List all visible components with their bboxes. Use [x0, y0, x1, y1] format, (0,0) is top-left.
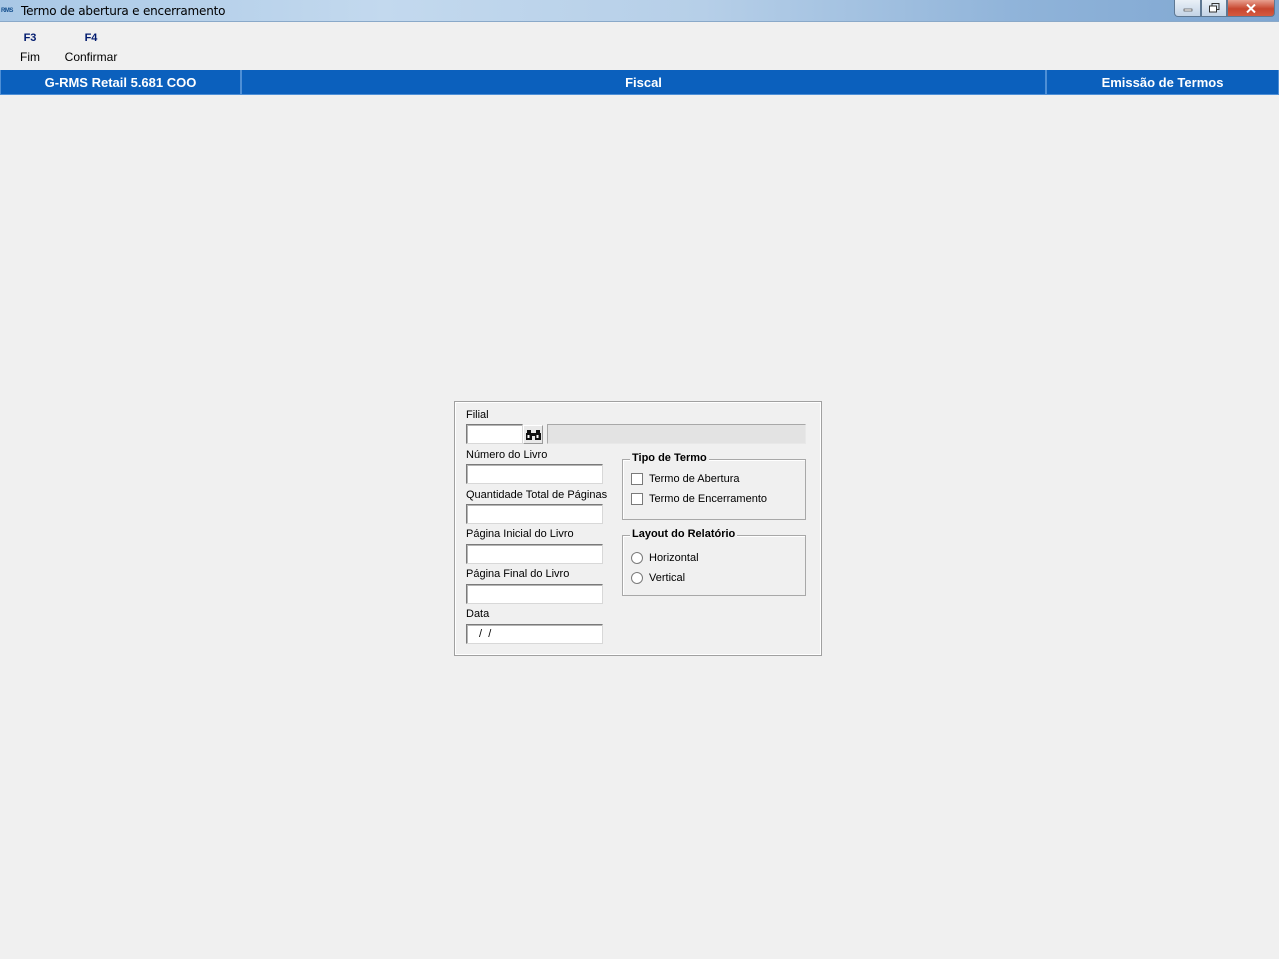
f3-key: F3 — [23, 32, 37, 44]
radio-circle[interactable] — [631, 552, 643, 564]
module-name: Fiscal — [241, 70, 1046, 95]
radio-circle[interactable] — [631, 572, 643, 584]
system-version: G-RMS Retail 5.681 COO — [0, 70, 241, 95]
pagina-inicial-label: Página Inicial do Livro — [466, 528, 574, 540]
restore-icon — [1208, 3, 1219, 13]
checkbox-box[interactable] — [631, 493, 643, 505]
restore-button[interactable] — [1201, 0, 1227, 17]
data-input[interactable]: / / — [466, 624, 603, 644]
tipo-termo-group: Tipo de Termo Termo de Abertura Termo de… — [622, 452, 806, 520]
layout-relatorio-group: Layout do Relatório Horizontal Vertical — [622, 528, 806, 596]
fim-button[interactable]: F3 Fim — [18, 32, 42, 64]
qtd-paginas-label: Quantidade Total de Páginas — [466, 489, 608, 501]
window-titlebar[interactable]: RMS Termo de abertura e encerramento — [0, 0, 1279, 22]
horizontal-radio[interactable]: Horizontal — [631, 552, 699, 564]
f4-key: F4 — [84, 32, 98, 44]
termo-abertura-label: Termo de Abertura — [649, 473, 740, 485]
confirmar-button[interactable]: F4 Confirmar — [62, 32, 120, 64]
minimize-button[interactable] — [1174, 0, 1201, 17]
function-key-toolbar: F3 Fim F4 Confirmar — [0, 22, 1279, 70]
close-button[interactable] — [1227, 0, 1275, 17]
filial-label: Filial — [466, 409, 489, 421]
pagina-final-label: Página Final do Livro — [466, 568, 570, 580]
numero-livro-label: Número do Livro — [466, 449, 548, 461]
data-label: Data — [466, 608, 490, 620]
filial-input[interactable] — [466, 424, 523, 444]
minimize-icon — [1183, 8, 1192, 12]
screen-name: Emissão de Termos — [1046, 70, 1279, 95]
fim-label: Fim — [20, 50, 40, 64]
confirmar-label: Confirmar — [64, 50, 118, 64]
header-band: G-RMS Retail 5.681 COO Fiscal Emissão de… — [0, 70, 1279, 95]
filial-description — [547, 424, 806, 444]
horizontal-label: Horizontal — [649, 552, 699, 564]
form-panel: Filial Número do Livro Quantidade Total … — [454, 401, 822, 656]
termo-encerramento-label: Termo de Encerramento — [649, 493, 767, 505]
checkbox-box[interactable] — [631, 473, 643, 485]
app-icon: RMS — [1, 8, 13, 14]
layout-relatorio-title: Layout do Relatório — [630, 528, 738, 540]
tipo-termo-title: Tipo de Termo — [630, 452, 709, 464]
pagina-inicial-input[interactable] — [466, 544, 603, 564]
binoculars-icon — [525, 429, 541, 440]
numero-livro-input[interactable] — [466, 464, 603, 484]
vertical-label: Vertical — [649, 572, 686, 584]
pagina-final-input[interactable] — [466, 584, 603, 604]
filial-search-button[interactable] — [523, 425, 543, 444]
termo-abertura-checkbox[interactable]: Termo de Abertura — [631, 473, 740, 485]
window-title: Termo de abertura e encerramento — [21, 4, 226, 18]
termo-encerramento-checkbox[interactable]: Termo de Encerramento — [631, 493, 767, 505]
qtd-paginas-input[interactable] — [466, 504, 603, 524]
close-icon — [1246, 3, 1256, 13]
vertical-radio[interactable]: Vertical — [631, 572, 685, 584]
